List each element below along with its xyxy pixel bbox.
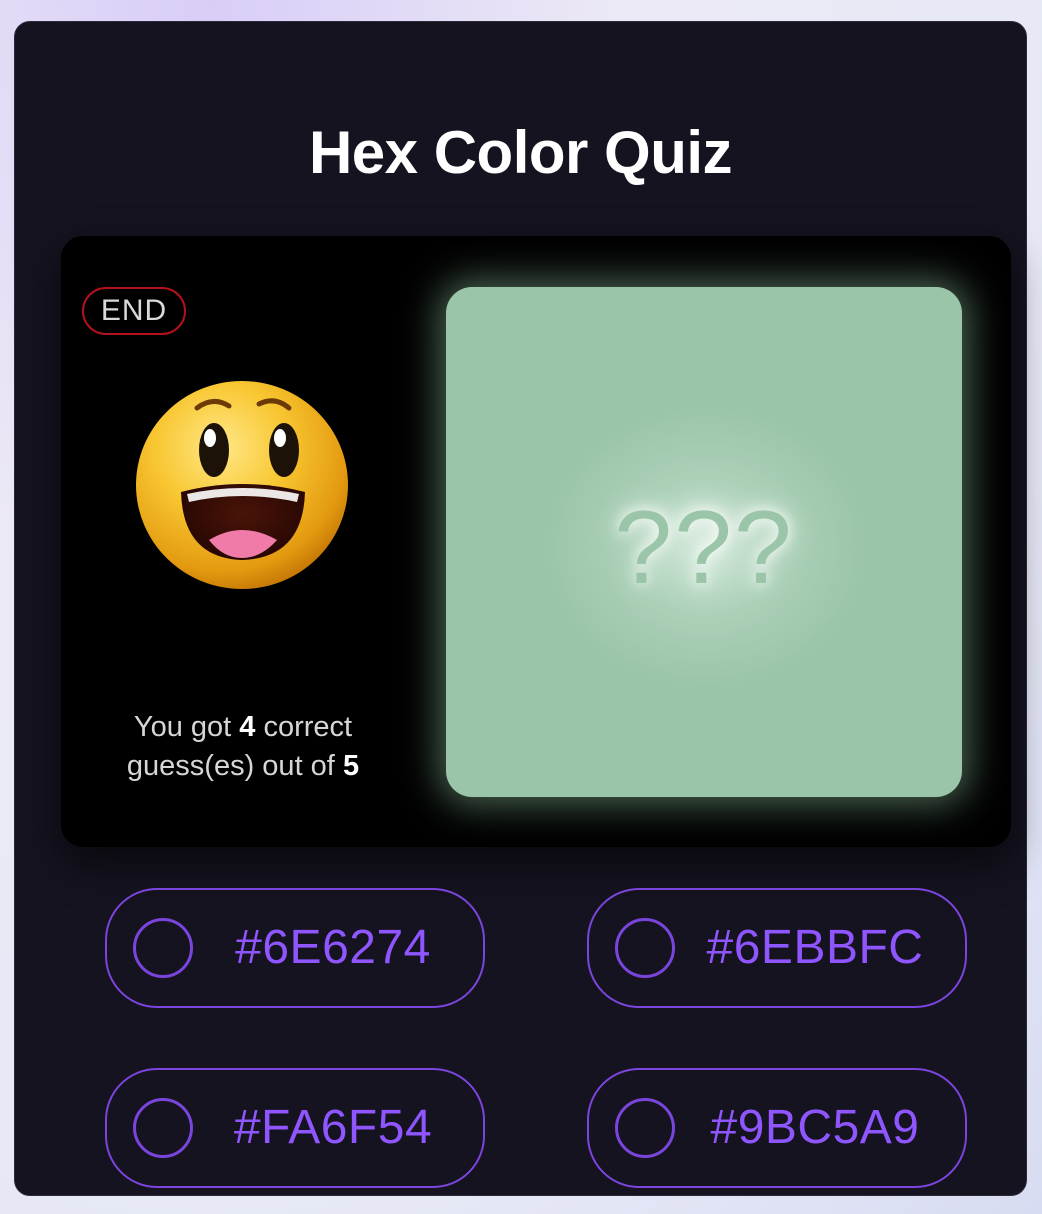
score-prefix: You got [133,711,232,743]
radio-icon [133,918,193,978]
page-title: Hex Color Quiz [308,119,733,186]
radio-icon [615,918,675,978]
answer-option-1[interactable]: #6E6274 [105,888,485,1008]
answer-option-2[interactable]: #6EBBFC [587,888,967,1008]
answer-option-4[interactable]: #9BC5A9 [587,1068,967,1188]
score-total: 5 [342,750,360,782]
radio-icon [615,1098,675,1158]
color-swatch: ??? [446,287,962,797]
answer-option-label: #FA6F54 [233,1101,433,1154]
mystery-label: ??? [614,489,794,606]
answer-option-label: #9BC5A9 [710,1101,920,1154]
answer-option-label: #6EBBFC [706,921,924,974]
score-correct: 4 [239,711,256,743]
score-text: You got 4 correct guess(es) out of 5 [77,708,409,786]
answer-option-3[interactable]: #FA6F54 [105,1068,485,1188]
quiz-card: Hex Color Quiz END You got 4 correct gue… [14,21,1027,1196]
grinning-face-emoji-icon [136,381,348,589]
answer-option-label: #6E6274 [235,921,431,974]
status-badge: END [82,287,186,335]
radio-icon [133,1098,193,1158]
